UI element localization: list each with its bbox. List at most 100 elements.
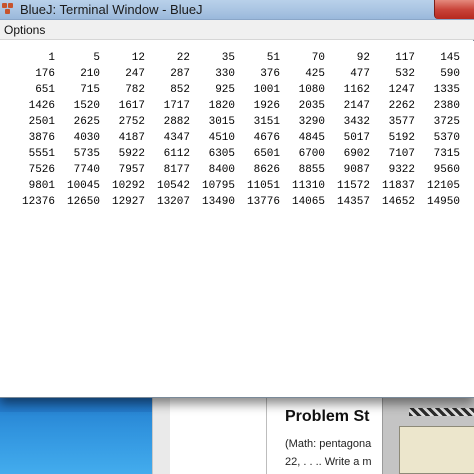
output-number: 8626 [253, 164, 280, 176]
output-number: 7107 [388, 148, 415, 160]
background-blank-area [170, 398, 266, 474]
output-number: 4030 [73, 132, 100, 144]
background-right-panel [382, 398, 474, 474]
output-number: 6902 [343, 148, 370, 160]
output-number: 2752 [118, 116, 145, 128]
output-number: 11837 [381, 180, 415, 192]
output-number: 2501 [28, 116, 55, 128]
title-bar[interactable]: BlueJ: Terminal Window - BlueJ [0, 0, 474, 20]
background-pane [399, 426, 474, 474]
output-number: 9801 [28, 180, 55, 192]
output-number: 6501 [253, 148, 280, 160]
output-number: 1717 [163, 100, 190, 112]
bluej-app-icon [2, 2, 16, 17]
output-number: 651 [35, 84, 55, 96]
output-number: 35 [221, 52, 235, 64]
output-number: 1 [48, 52, 55, 64]
output-number: 3290 [298, 116, 325, 128]
output-number: 6700 [298, 148, 325, 160]
output-number: 7526 [28, 164, 55, 176]
terminal-window: BlueJ: Terminal Window - BlueJ Options 1… [0, 0, 474, 398]
output-number: 4347 [163, 132, 190, 144]
output-number: 782 [125, 84, 145, 96]
output-number: 12 [131, 52, 145, 64]
terminal-output[interactable]: 1 5 12 22 35 51 70 92 117 145 176 210 247 287 330 376 42… [0, 41, 474, 397]
output-number: 5370 [433, 132, 460, 144]
output-number: 287 [170, 68, 190, 80]
output-number: 4676 [253, 132, 280, 144]
close-button[interactable] [434, 0, 474, 19]
output-number: 5192 [388, 132, 415, 144]
output-number: 8400 [208, 164, 235, 176]
output-number: 5017 [343, 132, 370, 144]
output-number: 532 [395, 68, 415, 80]
output-number: 11572 [336, 180, 370, 192]
background-document: Problem St (Math: pentagona 22, . . .. W… [266, 398, 382, 474]
output-number: 210 [80, 68, 100, 80]
output-number: 2147 [343, 100, 370, 112]
output-number: 10542 [156, 180, 190, 192]
output-number: 590 [440, 68, 460, 80]
output-number: 7740 [73, 164, 100, 176]
output-number: 6305 [208, 148, 235, 160]
output-number: 145 [440, 52, 460, 64]
output-number: 5 [93, 52, 100, 64]
output-number: 2882 [163, 116, 190, 128]
output-number: 1080 [298, 84, 325, 96]
output-number: 4510 [208, 132, 235, 144]
output-number: 9087 [343, 164, 370, 176]
output-number: 2262 [388, 100, 415, 112]
output-number: 12105 [426, 180, 460, 192]
background-blue-window [0, 398, 152, 474]
output-number: 14357 [336, 196, 370, 208]
menu-bar: Options [0, 20, 474, 40]
output-number: 7315 [433, 148, 460, 160]
output-number: 9560 [433, 164, 460, 176]
background-divider [152, 398, 170, 474]
output-number: 13207 [156, 196, 190, 208]
output-number: 2035 [298, 100, 325, 112]
output-number: 11310 [291, 180, 325, 192]
output-number: 70 [311, 52, 325, 64]
output-number: 8855 [298, 164, 325, 176]
output-number: 14065 [291, 196, 325, 208]
window-title: BlueJ: Terminal Window - BlueJ [20, 2, 203, 17]
output-number: 92 [356, 52, 370, 64]
output-number: 51 [266, 52, 280, 64]
output-number: 247 [125, 68, 145, 80]
output-number: 13776 [246, 196, 280, 208]
output-number: 330 [215, 68, 235, 80]
output-number: 10045 [66, 180, 100, 192]
output-number: 12650 [66, 196, 100, 208]
document-line: 22, . . .. Write a m [285, 456, 372, 468]
striped-titlebar [409, 408, 474, 416]
output-number: 1247 [388, 84, 415, 96]
output-number: 7957 [118, 164, 145, 176]
output-number: 14652 [381, 196, 415, 208]
output-number: 2380 [433, 100, 460, 112]
output-number: 3151 [253, 116, 280, 128]
output-number: 4845 [298, 132, 325, 144]
output-number: 13490 [201, 196, 235, 208]
output-number: 1926 [253, 100, 280, 112]
output-number: 3876 [28, 132, 55, 144]
output-number: 117 [395, 52, 415, 64]
output-number: 425 [305, 68, 325, 80]
output-number: 3015 [208, 116, 235, 128]
output-number: 852 [170, 84, 190, 96]
output-number: 1426 [28, 100, 55, 112]
output-number: 14950 [426, 196, 460, 208]
output-number: 1520 [73, 100, 100, 112]
output-number: 11051 [246, 180, 280, 192]
output-number: 477 [350, 68, 370, 80]
output-number: 715 [80, 84, 100, 96]
document-heading: Problem St [285, 408, 370, 425]
output-number: 6112 [163, 148, 190, 160]
output-number: 12376 [21, 196, 55, 208]
output-number: 12927 [111, 196, 145, 208]
output-number: 925 [215, 84, 235, 96]
menu-options[interactable]: Options [0, 21, 49, 39]
document-line: (Math: pentagona [285, 438, 372, 450]
output-grid: 1 5 12 22 35 51 70 92 117 145 176 210 247 287 330 376 42… [10, 50, 460, 210]
output-number: 10795 [201, 180, 235, 192]
